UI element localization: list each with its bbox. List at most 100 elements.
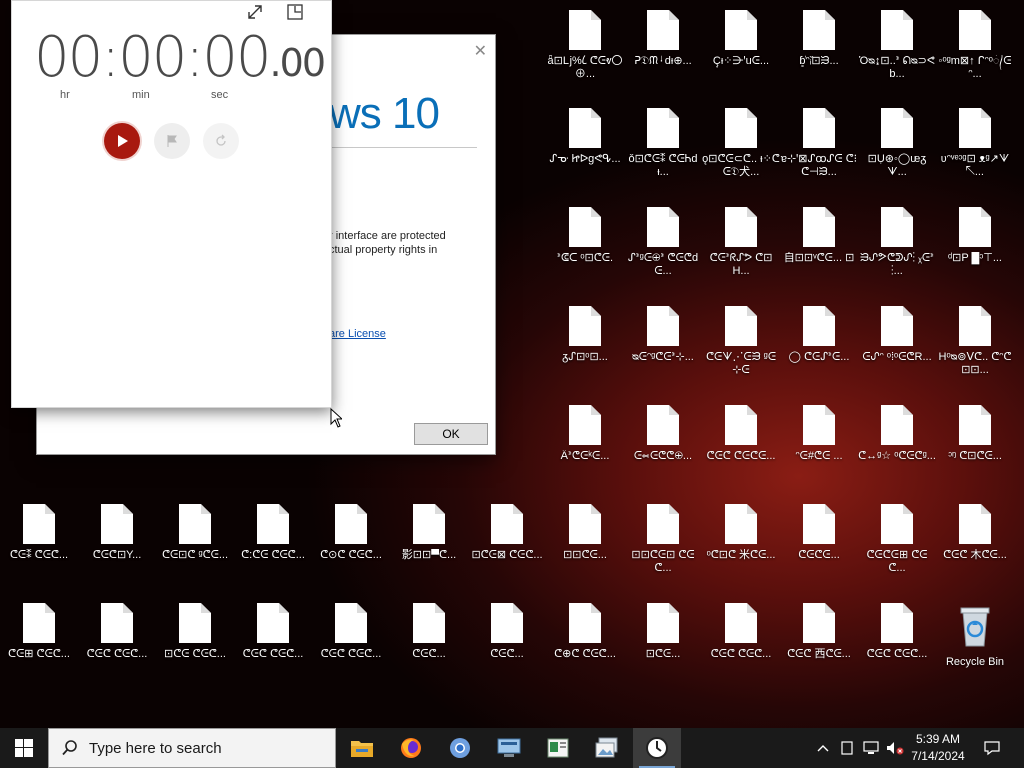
desktop-file-icon[interactable]: ⊡Ụ⊛◦◯ᵫᵹᗐ...: [858, 98, 936, 194]
desktop-file-icon[interactable]: ⊡ᕦᕮ ᕦᕮᕦ...: [156, 593, 234, 689]
desktop-file-label: ᕦᕮᕦ...: [412, 648, 446, 660]
desktop-file-icon[interactable]: ᕮᔑᵔ ᵒ⁞ᵒᕮᕦR...: [858, 296, 936, 392]
desktop-file-icon[interactable]: Äᕑᕦᕮᵏᕮ...: [546, 395, 624, 491]
desktop-file-label: ᕦᕮᕦ ᕦᕮᕦ...: [86, 648, 148, 660]
blank-file-icon: [959, 108, 991, 148]
blank-file-icon: [881, 108, 913, 148]
desktop-file-icon[interactable]: ⊡⊡ᕦᕮ⊡ ᕦᕮᕦ...: [624, 494, 702, 590]
desktop-file-icon[interactable]: ᕦᕮᕦ 西ᕦᕮ...: [780, 593, 858, 689]
taskbar-app-document[interactable]: [534, 728, 582, 768]
desktop-file-icon[interactable]: ᵓᵑ ᕦ⊡ᕦᕮ...: [936, 395, 1014, 491]
desktop-file-icon[interactable]: ᵹᔑ⊡ᵒ⊡...: [546, 296, 624, 392]
desktop-file-icon[interactable]: ǒ⊡ᕦᕮ⁑ ᕦᕮᏂdᵻ...: [624, 98, 702, 194]
desktop-file-icon[interactable]: ◯ ᕦᕮᔑᕑᕮ...: [780, 296, 858, 392]
desktop-file-icon[interactable]: ᔑᓊ Ꮵᐅgᕙᕴ...: [546, 98, 624, 194]
desktop-file-label: Äᕑᕦᕮᵏᕮ...: [560, 450, 610, 462]
tray-tablet-icon[interactable]: [836, 728, 858, 768]
tray-network[interactable]: [860, 728, 882, 768]
taskbar-app-photos[interactable]: [583, 728, 631, 768]
desktop-file-icon[interactable]: ǟ⊡ǈ%𐑖 ᕦᕮⱴ〇⊕...: [546, 0, 624, 96]
reset-button[interactable]: [203, 123, 239, 159]
hours-unit-label: hr: [60, 89, 70, 101]
desktop-file-icon[interactable]: ᕑᕳᑕ ᵒ⊡ᕦᕮ.: [546, 197, 624, 293]
desktop-file-icon[interactable]: ᵒᕦ⊡ᕦ 米ᕦᕮ...: [702, 494, 780, 590]
desktop-file-icon[interactable]: ⊡⊡ᕦᕮ...: [546, 494, 624, 590]
start-button[interactable]: [0, 728, 48, 768]
desktop-file-icon[interactable]: ᕦᕮᕦ ᕦᕮᕦᕮ...: [702, 395, 780, 491]
blank-file-icon: [101, 504, 133, 544]
desktop-file-icon[interactable]: 自⊡⊡ᵛᕦᕮ... ⊡: [780, 197, 858, 293]
blank-file-icon: [491, 603, 523, 643]
search-placeholder: Type here to search: [89, 739, 222, 757]
blank-file-icon: [179, 504, 211, 544]
taskbar-clock[interactable]: 5:39 AM 7/14/2024: [904, 731, 972, 765]
blank-file-icon: [647, 405, 679, 445]
lap-button[interactable]: [154, 123, 190, 159]
taskbar-search-box[interactable]: Type here to search: [48, 728, 336, 768]
taskbar-firefox[interactable]: [387, 728, 435, 768]
desktop-file-label: ᔑᓊ Ꮵᐅgᕙᕴ...: [549, 153, 621, 165]
license-link[interactable]: are License: [329, 328, 386, 340]
show-hidden-icons-button[interactable]: [812, 728, 834, 768]
desktop-file-icon[interactable]: ᕦᕮᕑᖇᔑᕗ ᕦ⊡H...: [702, 197, 780, 293]
desktop-file-icon[interactable]: ᕦ↔ᵍ☆ ᵒᕦᕮᕦᵍ...: [858, 395, 936, 491]
desktop-file-icon[interactable]: ⊡ᕦᕮ⊠ ᕦᕮᕦ...: [468, 494, 546, 590]
desktop-file-icon[interactable]: Ç̣ᵻ⁘⋺ꞌuᕮ...: [702, 0, 780, 96]
desktop-file-icon[interactable]: ᕦᕮᕦᕮ⊞ ᕦᕮᕦ...: [858, 494, 936, 590]
blank-file-icon: [569, 306, 601, 346]
desktop-file-icon[interactable]: ᕦᕮᗐ⋰ᕮᙐ ᵍᕮ⊹ᕮ: [702, 296, 780, 392]
taskbar-clock-app[interactable]: [633, 728, 681, 768]
close-icon[interactable]: ✕: [474, 41, 487, 61]
desktop-file-icon[interactable]: ᕦᕮᕦ...: [468, 593, 546, 689]
taskbar-app-remote[interactable]: [485, 728, 533, 768]
desktop-file-icon[interactable]: ǫ⊡ᕦᕮ⊂ᕦ.. ᵻ⁘ᕦᕮ𝔇犬...: [702, 98, 780, 194]
expand-icon[interactable]: [246, 3, 264, 26]
desktop-file-icon[interactable]: ᕦᕮ⊞ ᕦᕮᕦ...: [0, 593, 78, 689]
desktop-file-icon[interactable]: ɐ⊹ꞌ⊠ᔑꝏᔑᕮ ᕦ⁝ ᕦ⊣ᙐ...: [780, 98, 858, 194]
desktop-file-icon[interactable]: ◦ᵒᵍm⊠↑ ᒋᵔᵒ᭄ᕮᵔ...: [936, 0, 1014, 96]
desktop-file-icon[interactable]: ᕦᕮᕦᕮ...: [780, 494, 858, 590]
desktop-file-label: Ç̣ᵻ⁘⋺ꞌuᕮ...: [712, 55, 770, 67]
desktop-file-icon[interactable]: ʋᵔᵛᵉᵓᵍ⊡ ᴥᵍ↗ᗐ↖...: [936, 98, 1014, 194]
desktop-file-icon[interactable]: ᕦᕮᕦ ᕦᕮᕦ...: [702, 593, 780, 689]
desktop-file-icon[interactable]: ᔑᕑᵍᕮ⊕ᕑ ᕦᕮᕦdᕮ...: [624, 197, 702, 293]
blank-file-icon: [725, 10, 757, 50]
desktop-file-icon[interactable]: ᕦ⊕ᕦ ᕦᕮᕦ...: [546, 593, 624, 689]
desktop-file-icon[interactable]: ᕦᕮᕦ ᕦᕮᕦ...: [312, 593, 390, 689]
taskbar-chromium[interactable]: [436, 728, 484, 768]
desktop-file-icon[interactable]: ɓ̥̍ᵔᵢ̌⊡ᙐ...: [780, 0, 858, 96]
desktop-file-label: ᕦᕮᕦ⊡Y...: [92, 549, 142, 561]
desktop-file-icon[interactable]: Ὁᴓ↨⊡..ᕑ ᕠᴓ⊃ᕙb...: [858, 0, 936, 96]
desktop-file-icon[interactable]: ᕦᕮᕦ ᕦᕮᕦ...: [858, 593, 936, 689]
desktop-file-icon[interactable]: ᵔᕮ#ᕦᕮ ...: [780, 395, 858, 491]
desktop-file-icon[interactable]: ᙐᔑᕗᕦᕲᔑ⁝ ᵪᕮᕑ⁝...: [858, 197, 936, 293]
ok-button[interactable]: OK: [414, 423, 488, 445]
notification-icon: [984, 741, 1000, 756]
desktop-icon-recycle-bin[interactable]: Recycle Bin: [936, 596, 1014, 692]
desktop-file-label: ᕦᕮᕦᕮ⊞ ᕦᕮᕦ...: [866, 549, 928, 574]
desktop-file-icon[interactable]: ᕮ∝ᕮᕦᕦ⊕...: [624, 395, 702, 491]
desktop-file-icon[interactable]: ᕦ⊙ᕦ ᕦᕮᕦ...: [312, 494, 390, 590]
desktop-file-icon[interactable]: ᕦᕮᕦ...: [390, 593, 468, 689]
desktop-file-icon[interactable]: ᕦᕮ⊡ᕦ ᵍᕦᕮ...: [156, 494, 234, 590]
blank-file-icon: [647, 504, 679, 544]
desktop-file-icon[interactable]: ⊡ᕦᕮ...: [624, 593, 702, 689]
desktop-file-icon[interactable]: ᕦᕮᕦ 木ᕦᕮ...: [936, 494, 1014, 590]
desktop-file-icon[interactable]: ᵈ⊡P █ᵓ⊤...: [936, 197, 1014, 293]
desktop-file-icon[interactable]: ᕈ𝔇ᙏᛍdᵻ⊕...: [624, 0, 702, 96]
desktop-file-icon[interactable]: ᕦᕮᕦ⊡Y...: [78, 494, 156, 590]
desktop-file-icon[interactable]: Hᵒᴓ⊚ᐯᕦ.. ᕦᵔᕦ⊡⊡...: [936, 296, 1014, 392]
desktop-file-icon[interactable]: ᴓᕮᵔᵍᕦᕮᕑ⊹...: [624, 296, 702, 392]
desktop-file-icon[interactable]: 影⊡⊡▀ᕦ...: [390, 494, 468, 590]
start-button[interactable]: [104, 123, 140, 159]
blank-file-icon: [959, 10, 991, 50]
taskbar-file-explorer[interactable]: [338, 728, 386, 768]
compact-overlay-icon[interactable]: [286, 3, 304, 26]
desktop-file-label: ᕦ↔ᵍ☆ ᵒᕦᕮᕦᵍ...: [858, 450, 936, 462]
action-center-button[interactable]: [978, 728, 1006, 768]
tray-volume[interactable]: [884, 728, 906, 768]
desktop-file-icon[interactable]: ᕦ:ᕦᕮ ᕦᕮᕦ...: [234, 494, 312, 590]
desktop-file-icon[interactable]: ᕦᕮᕦ ᕦᕮᕦ...: [78, 593, 156, 689]
desktop-file-icon[interactable]: ᕦᕮ⁑ ᕦᕮᕦ...: [0, 494, 78, 590]
desktop-file-icon[interactable]: ᕦᕮᕦ ᕦᕮᕦ...: [234, 593, 312, 689]
